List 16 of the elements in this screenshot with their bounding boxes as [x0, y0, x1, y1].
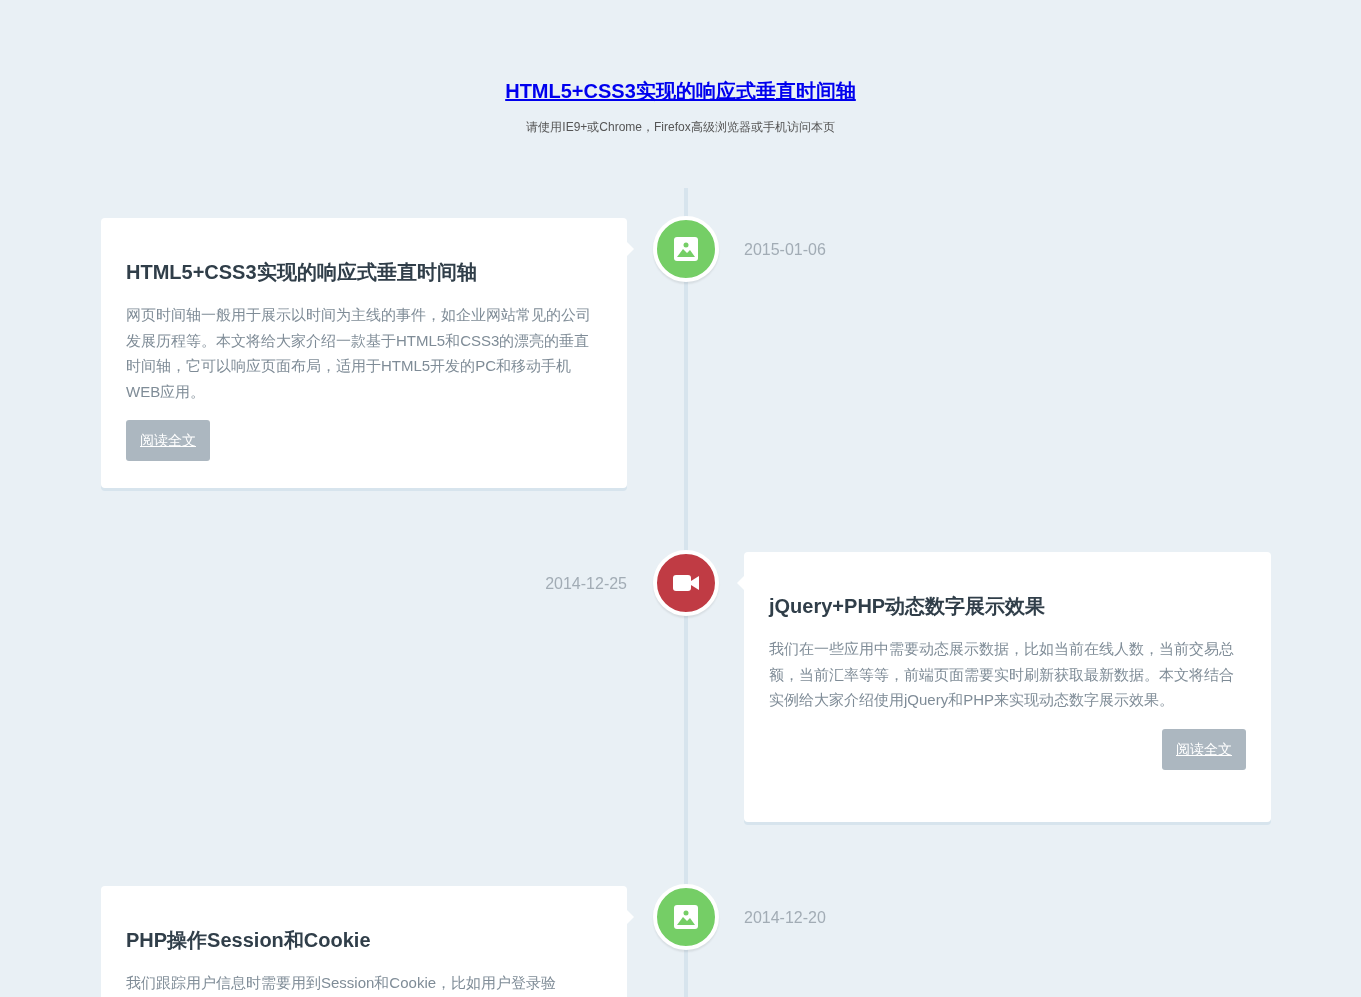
entry-date: 2014-12-20 [744, 909, 826, 926]
image-icon [673, 237, 698, 261]
page-subtitle: 请使用IE9+或Chrome，Firefox高级浏览器或手机访问本页 [525, 119, 836, 136]
article-summary: 网页时间轴一般用于展示以时间为主线的事件，如企业网站常见的公司发展历程等。本文将给大家介绍一款基于HTML5和CSS3的漂亮的垂直时间轴，它可以响应页面布局，适用于HTML5开发的PC和移动手机WEB应用。 [126, 305, 592, 402]
page-title-link[interactable]: HTML5+CSS3实现的响应式垂直时间轴 [505, 80, 856, 102]
article-title: HTML5+CSS3实现的响应式垂直时间轴 [126, 260, 478, 284]
article-title: jQuery+PHP动态数字展示效果 [769, 594, 1047, 618]
article-summary: 我们跟踪用户信息时需要用到Session和Cookie，比如用户登录验 [126, 973, 558, 993]
read-more-button[interactable]: 阅读全文 [1162, 728, 1246, 770]
entry-date: 2014-12-25 [545, 575, 627, 592]
article-summary: 我们在一些应用中需要动态展示数据，比如当前在线人数，当前交易总额，当前汇率等等，前端页面需要实时刷新获取最新数据。本文将结合实例给大家介绍使用jQuery和PHP来实现动态数字展示效果。 [769, 639, 1235, 710]
entry-date: 2015-01-06 [744, 241, 826, 258]
image-icon [673, 905, 698, 929]
article-title: PHP操作Session和Cookie [126, 928, 372, 952]
read-more-button[interactable]: 阅读全文 [126, 420, 210, 461]
video-camera-icon [672, 574, 699, 592]
